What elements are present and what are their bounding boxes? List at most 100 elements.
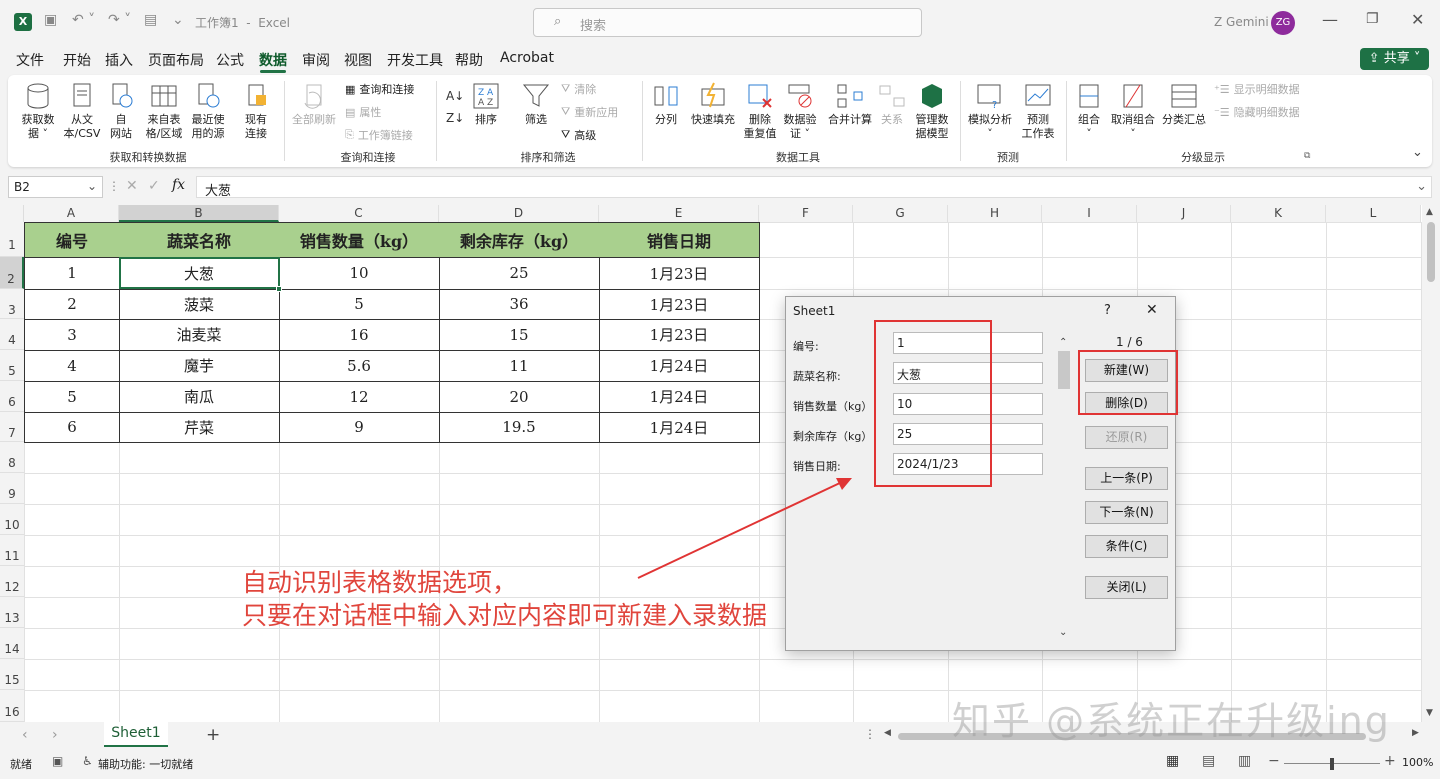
menu-developer[interactable]: 开发工具 <box>387 50 443 70</box>
row-header-13[interactable]: 13 <box>0 597 24 628</box>
table-header-stock[interactable]: 剩余库存（kg） <box>439 222 600 258</box>
minimize-icon[interactable]: — <box>1322 10 1338 29</box>
table-header-vegetable[interactable]: 蔬菜名称 <box>119 222 280 258</box>
table-cell-vegetable[interactable]: 菠菜 <box>119 289 280 320</box>
share-button[interactable]: ⇪ 共享 ˅ <box>1360 48 1429 70</box>
table-cell-stock[interactable]: 11 <box>439 350 600 382</box>
workbook-links-button[interactable]: ⎘ 工作簿链接 <box>345 127 413 143</box>
column-header-e[interactable]: E <box>599 205 759 222</box>
column-header-d[interactable]: D <box>439 205 599 222</box>
add-sheet-icon[interactable]: + <box>206 725 220 745</box>
table-cell-stock[interactable]: 36 <box>439 289 600 320</box>
table-cell-stock[interactable]: 15 <box>439 319 600 351</box>
accessibility-status[interactable]: 辅助功能: 一切就绪 <box>98 756 193 772</box>
insert-function-icon[interactable]: fx <box>172 177 185 193</box>
row-header-12[interactable]: 12 <box>0 566 24 597</box>
table-header-sold[interactable]: 销售数量（kg） <box>279 222 440 258</box>
row-header-5[interactable]: 5 <box>0 350 24 381</box>
more-icon[interactable]: ⋮ <box>108 179 120 193</box>
zoom-slider-thumb[interactable] <box>1330 758 1334 770</box>
restore-button[interactable]: 还原(R) <box>1085 426 1168 449</box>
cancel-entry-icon[interactable]: ✕ <box>126 178 138 194</box>
close-window-icon[interactable]: ✕ <box>1411 10 1424 29</box>
table-cell-stock[interactable]: 25 <box>439 257 600 290</box>
column-header-g[interactable]: G <box>853 205 948 222</box>
table-cell-id[interactable]: 4 <box>24 350 120 382</box>
menu-file[interactable]: 文件 <box>16 50 44 70</box>
table-cell-vegetable[interactable]: 南瓜 <box>119 381 280 413</box>
row-header-11[interactable]: 11 <box>0 535 24 566</box>
table-cell-id[interactable]: 3 <box>24 319 120 351</box>
row-header-4[interactable]: 4 <box>0 319 24 350</box>
table-cell-date[interactable]: 1月24日 <box>599 381 760 413</box>
next-record-button[interactable]: 下一条(N) <box>1085 501 1168 524</box>
column-header-c[interactable]: C <box>279 205 439 222</box>
relationships-button[interactable]: 关系 <box>876 81 908 127</box>
save-icon[interactable]: ▣ <box>44 12 57 28</box>
menu-home[interactable]: 开始 <box>63 50 91 70</box>
zoom-out-icon[interactable]: − <box>1268 753 1280 769</box>
row-header-10[interactable]: 10 <box>0 504 24 535</box>
vertical-scroll-thumb[interactable] <box>1427 222 1435 282</box>
table-cell-date[interactable]: 1月23日 <box>599 319 760 351</box>
close-dialog-button[interactable]: 关闭(L) <box>1085 576 1168 599</box>
avatar[interactable]: ZG <box>1271 11 1295 35</box>
row-header-6[interactable]: 6 <box>0 381 24 412</box>
table-cell-date[interactable]: 1月24日 <box>599 350 760 382</box>
flash-fill-button[interactable]: 快速填充 <box>688 81 738 127</box>
page-layout-view-icon[interactable]: ▤ <box>1202 753 1215 769</box>
menu-insert[interactable]: 插入 <box>105 50 133 70</box>
menu-formulas[interactable]: 公式 <box>216 50 244 70</box>
select-all-corner[interactable] <box>0 205 24 222</box>
column-header-k[interactable]: K <box>1231 205 1326 222</box>
menu-help[interactable]: 帮助 <box>455 50 483 70</box>
table-cell-sold[interactable]: 5.6 <box>279 350 440 382</box>
name-box[interactable]: B2 ⌄ <box>8 176 103 198</box>
zoom-level[interactable]: 100% <box>1402 756 1433 769</box>
menu-view[interactable]: 视图 <box>344 50 372 70</box>
row-header-9[interactable]: 9 <box>0 473 24 504</box>
queries-connections-button[interactable]: ▦ 查询和连接 <box>345 81 414 97</box>
record-scroll-thumb[interactable] <box>1058 351 1070 389</box>
collapse-ribbon-icon[interactable]: ⌄ <box>1412 145 1423 160</box>
recent-sources-button[interactable]: 最近使 用的源 <box>186 81 230 141</box>
hide-detail-button[interactable]: ⁻☰ 隐藏明细数据 <box>1214 104 1300 120</box>
clear-filter-button[interactable]: ⛛ 清除 <box>561 81 596 97</box>
criteria-button[interactable]: 条件(C) <box>1085 535 1168 558</box>
data-model-button[interactable]: 管理数 据模型 <box>910 81 954 141</box>
text-to-columns-button[interactable]: 分列 <box>648 81 684 127</box>
menu-data[interactable]: 数据 <box>259 50 287 70</box>
row-header-3[interactable]: 3 <box>0 289 24 319</box>
scroll-left-icon[interactable]: ◀ <box>884 728 891 738</box>
record-scrollbar[interactable]: ⌃ ⌄ <box>1056 337 1072 643</box>
table-cell-sold[interactable]: 9 <box>279 412 440 443</box>
record-scroll-down-icon[interactable]: ⌄ <box>1059 627 1067 638</box>
page-break-view-icon[interactable]: ▥ <box>1238 753 1251 769</box>
customize-qat-icon[interactable]: ⌄ <box>172 12 184 28</box>
group-rows-button[interactable]: 组合 ˅ <box>1072 81 1106 141</box>
confirm-entry-icon[interactable]: ✓ <box>148 178 160 194</box>
column-header-h[interactable]: H <box>948 205 1042 222</box>
show-detail-button[interactable]: ⁺☰ 显示明细数据 <box>1214 81 1300 97</box>
row-header-15[interactable]: 15 <box>0 659 24 690</box>
table-cell-sold[interactable]: 16 <box>279 319 440 351</box>
data-validation-button[interactable]: 数据验 证 ˅ <box>780 81 820 141</box>
redo-icon[interactable]: ↷ ˅ <box>108 12 131 28</box>
table-cell-vegetable[interactable]: 魔芋 <box>119 350 280 382</box>
table-header-date[interactable]: 销售日期 <box>599 222 760 258</box>
dialog-launcher-icon[interactable]: ⧉ <box>1304 151 1310 161</box>
column-header-b[interactable]: B <box>119 205 279 222</box>
prev-sheet-icon[interactable]: ‹ <box>22 727 28 743</box>
tab-split-icon[interactable]: ⋮ <box>864 727 876 741</box>
table-header-id[interactable]: 编号 <box>24 222 120 258</box>
refresh-all-button[interactable]: 全部刷新 <box>288 81 340 127</box>
table-cell-vegetable[interactable]: 油麦菜 <box>119 319 280 351</box>
column-header-i[interactable]: I <box>1042 205 1137 222</box>
spreadsheet-grid[interactable]: ABCDEFGHIJKL 1 2 3 4 5 6 7 8 9 10 11 12 13 14 15 16 编号蔬… <box>0 205 1422 722</box>
scroll-up-icon[interactable]: ▲ <box>1426 207 1433 217</box>
subtotal-button[interactable]: 分类汇总 <box>1160 81 1208 127</box>
filter-button[interactable]: 筛选 <box>520 81 552 127</box>
table-cell-date[interactable]: 1月23日 <box>599 257 760 290</box>
table-cell-vegetable[interactable]: 芹菜 <box>119 412 280 443</box>
help-icon[interactable]: ? <box>1104 303 1111 318</box>
